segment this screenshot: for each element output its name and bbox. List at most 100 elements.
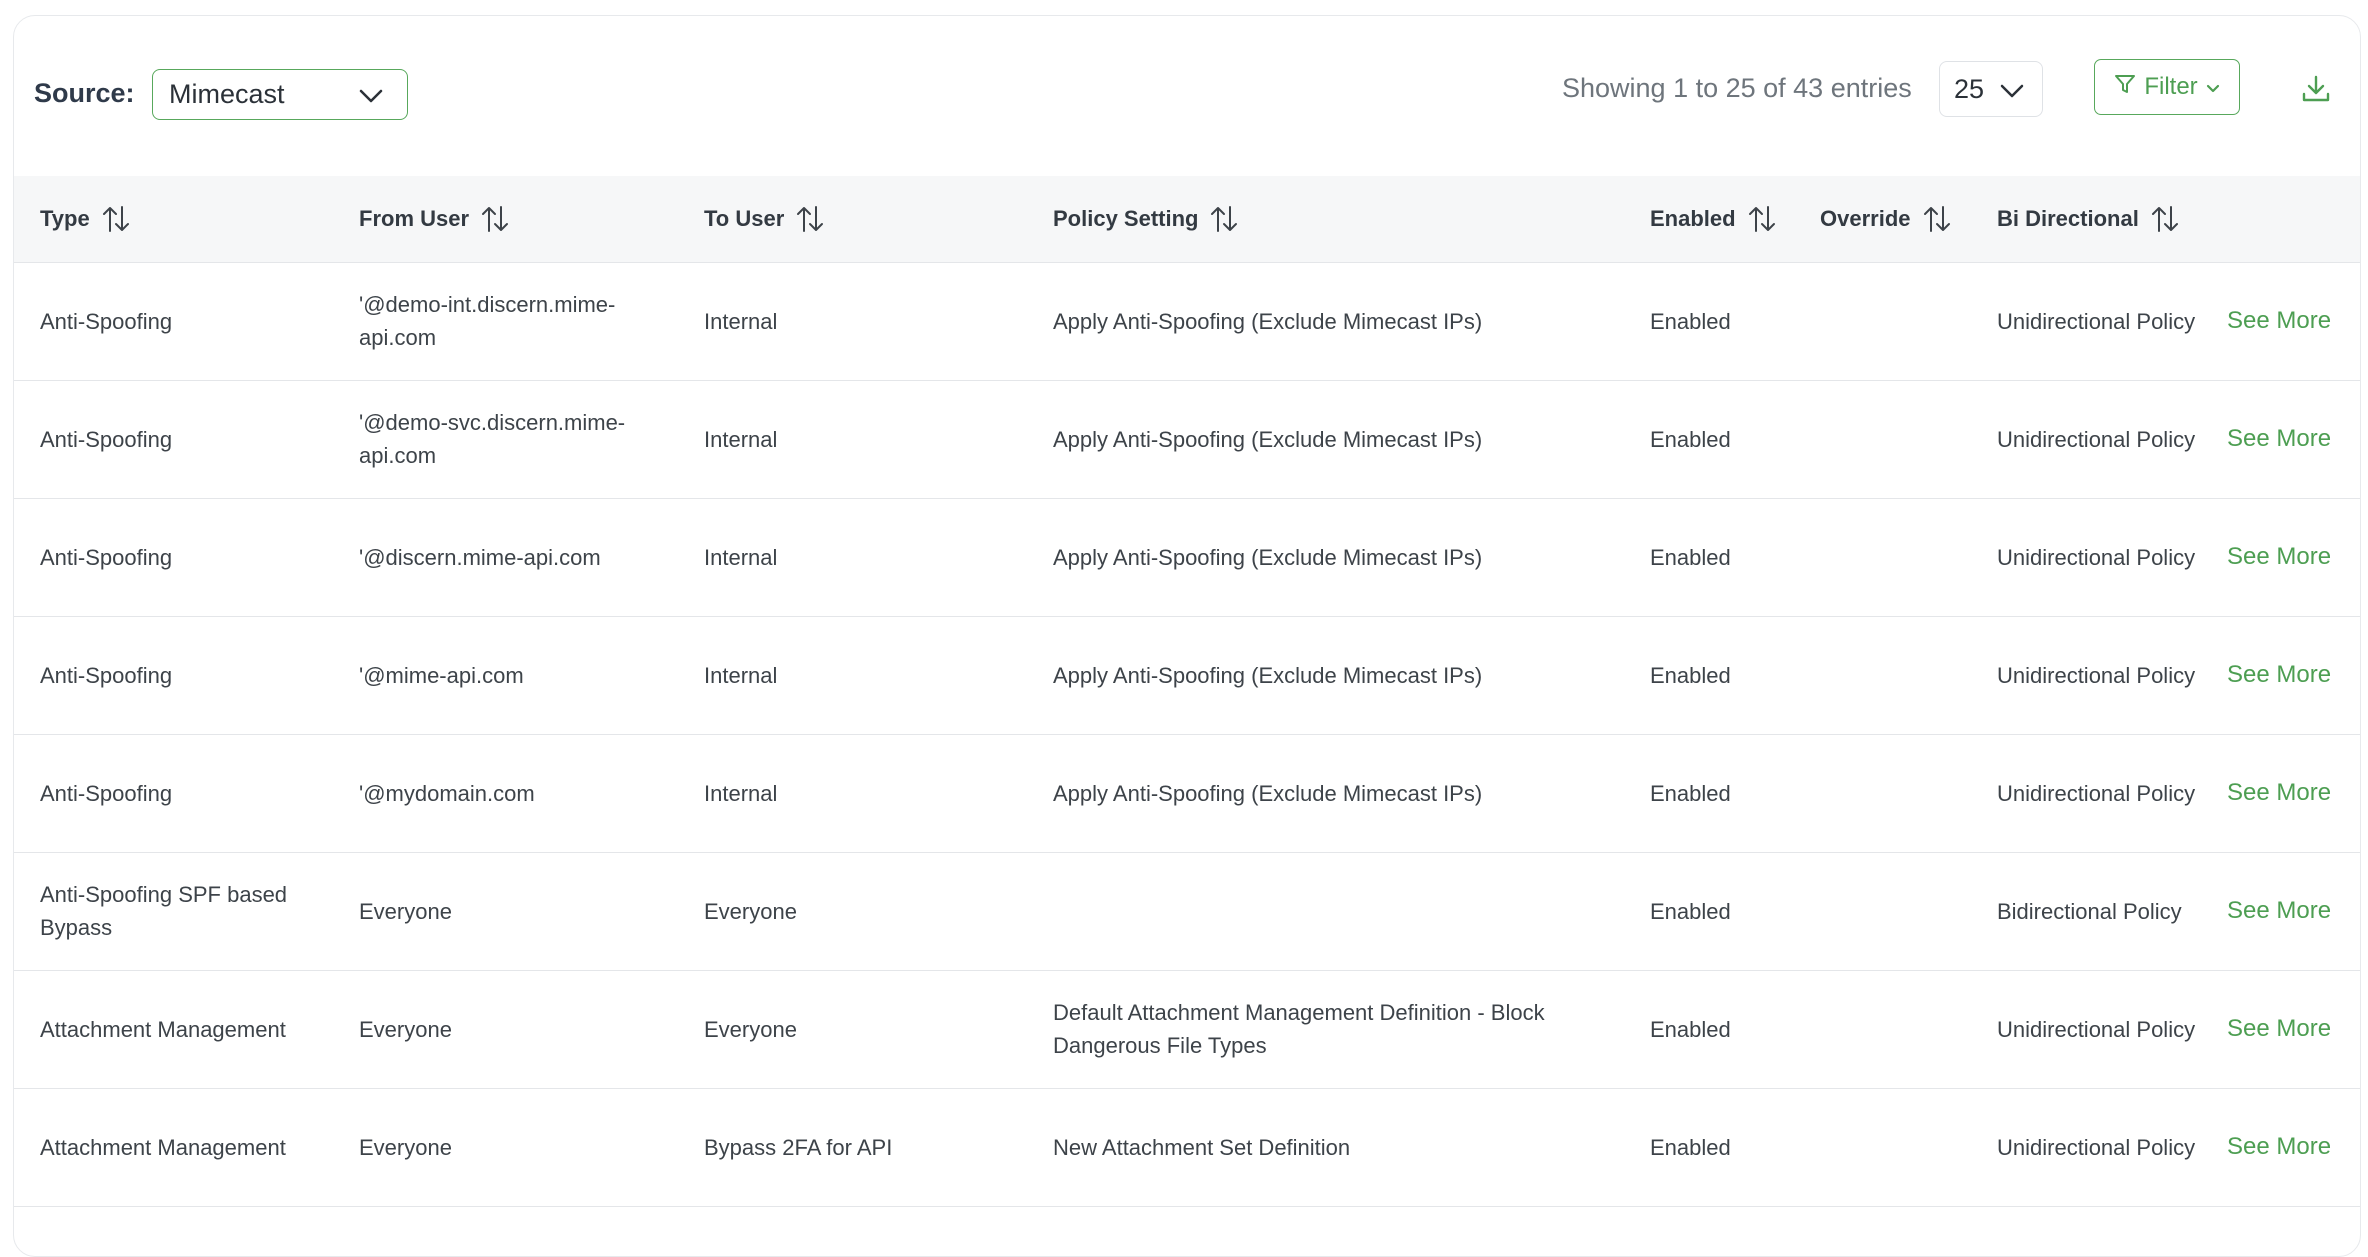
cell-type: Anti-Spoofing	[40, 426, 173, 452]
cell-to-user: Internal	[704, 662, 778, 688]
source-label: Source:	[34, 78, 135, 108]
cell-from-user: Everyone	[359, 1134, 452, 1160]
cell-from-user: Everyone	[359, 898, 452, 924]
policies-card: Source: Mimecast Showing 1 to 25 of 43 e…	[13, 15, 2361, 1257]
column-header-label: Type	[40, 206, 90, 231]
sort-icon	[1748, 204, 1776, 234]
column-header-label: Override	[1820, 206, 1911, 231]
cell-override	[1820, 262, 1970, 380]
sort-icon	[2151, 204, 2179, 234]
column-header-label: Enabled	[1650, 206, 1736, 231]
column-header-label: Policy Setting	[1053, 206, 1199, 231]
cell-to-user: Internal	[704, 780, 778, 806]
see-more-link[interactable]: See More	[2227, 1088, 2331, 1206]
source-select-value: Mimecast	[169, 79, 285, 109]
cell-type: Anti-Spoofing	[40, 308, 173, 334]
column-header-to-user[interactable]: To User	[704, 176, 824, 262]
cell-from-user: '@mydomain.com	[359, 780, 535, 806]
cell-policy-setting: Default Attachment Management Definition…	[1053, 1000, 1545, 1058]
chevron-down-icon	[359, 79, 383, 110]
column-header-enabled[interactable]: Enabled	[1650, 176, 1776, 262]
table-row: Anti-Spoofing '@mime-api.com Internal Ap…	[14, 616, 2360, 735]
funnel-icon	[2114, 73, 2136, 102]
column-header-label: From User	[359, 206, 470, 231]
cell-bi-directional: Unidirectional Policy	[1997, 662, 2196, 688]
see-more-link[interactable]: See More	[2227, 498, 2331, 616]
table-toolbar: Source: Mimecast Showing 1 to 25 of 43 e…	[14, 16, 2360, 176]
cell-from-user: '@discern.mime-api.com	[359, 544, 601, 570]
sort-icon	[796, 204, 824, 234]
see-more-link[interactable]: See More	[2227, 380, 2331, 498]
table-row: Attachment Management Everyone Bypass 2F…	[14, 1088, 2360, 1207]
column-header-override[interactable]: Override	[1820, 176, 1951, 262]
column-header-label: To User	[704, 206, 785, 231]
table-row: Anti-Spoofing '@demo-svc.discern.mime-ap…	[14, 380, 2360, 499]
table-row: Anti-Spoofing '@demo-int.discern.mime-ap…	[14, 262, 2360, 381]
cell-bi-directional: Unidirectional Policy	[1997, 308, 2196, 334]
cell-enabled: Enabled	[1650, 308, 1731, 334]
cell-type: Attachment Management	[40, 1134, 286, 1160]
page-size-select[interactable]: 25	[1939, 61, 2043, 117]
table-row: Anti-Spoofing '@discern.mime-api.com Int…	[14, 498, 2360, 617]
see-more-link[interactable]: See More	[2227, 970, 2331, 1088]
see-more-link[interactable]: See More	[2227, 852, 2331, 970]
table-row: Anti-Spoofing SPF based Bypass Everyone …	[14, 852, 2360, 971]
cell-to-user: Everyone	[704, 1016, 797, 1042]
cell-override	[1820, 1088, 1970, 1206]
see-more-link[interactable]: See More	[2227, 734, 2331, 852]
cell-override	[1820, 616, 1970, 734]
cell-type: Anti-Spoofing SPF based Bypass	[40, 882, 288, 940]
cell-policy-setting: Apply Anti-Spoofing (Exclude Mimecast IP…	[1053, 662, 1483, 688]
cell-enabled: Enabled	[1650, 898, 1731, 924]
cell-to-user: Internal	[704, 426, 778, 452]
cell-policy-setting: New Attachment Set Definition	[1053, 1134, 1351, 1160]
column-header-bi-directional[interactable]: Bi Directional	[1997, 176, 2179, 262]
see-more-link[interactable]: See More	[2227, 616, 2331, 734]
cell-to-user: Internal	[704, 544, 778, 570]
cell-policy-setting	[1053, 852, 1563, 970]
cell-from-user: '@demo-svc.discern.mime-api.com	[359, 410, 626, 468]
cell-override	[1820, 852, 1970, 970]
cell-from-user: '@demo-int.discern.mime-api.com	[359, 292, 616, 350]
cell-enabled: Enabled	[1650, 426, 1731, 452]
download-icon	[2301, 74, 2331, 109]
chevron-down-icon	[2000, 74, 2024, 105]
cell-bi-directional: Unidirectional Policy	[1997, 780, 2196, 806]
cell-enabled: Enabled	[1650, 1134, 1731, 1160]
cell-type: Anti-Spoofing	[40, 780, 173, 806]
cell-bi-directional: Unidirectional Policy	[1997, 1016, 2196, 1042]
cell-type: Anti-Spoofing	[40, 544, 173, 570]
sort-icon	[481, 204, 509, 234]
cell-bi-directional: Unidirectional Policy	[1997, 544, 2196, 570]
filter-label: Filter	[2144, 73, 2198, 100]
source-select[interactable]: Mimecast	[152, 69, 408, 120]
cell-override	[1820, 380, 1970, 498]
chevron-down-icon	[2206, 73, 2220, 101]
cell-override	[1820, 498, 1970, 616]
cell-policy-setting: Apply Anti-Spoofing (Exclude Mimecast IP…	[1053, 426, 1483, 452]
sort-icon	[1210, 204, 1238, 234]
column-header-policy-setting[interactable]: Policy Setting	[1053, 176, 1238, 262]
cell-policy-setting: Apply Anti-Spoofing (Exclude Mimecast IP…	[1053, 308, 1483, 334]
filter-button[interactable]: Filter	[2094, 59, 2240, 115]
column-header-from-user[interactable]: From User	[359, 176, 509, 262]
cell-to-user: Internal	[704, 308, 778, 334]
cell-to-user: Bypass 2FA for API	[704, 1134, 893, 1160]
cell-bi-directional: Bidirectional Policy	[1997, 898, 2182, 924]
see-more-link[interactable]: See More	[2227, 262, 2331, 380]
cell-override	[1820, 970, 1970, 1088]
sort-icon	[1923, 204, 1951, 234]
sort-icon	[102, 204, 130, 234]
download-button[interactable]	[2294, 69, 2338, 113]
column-header-type[interactable]: Type	[40, 176, 130, 262]
cell-enabled: Enabled	[1650, 780, 1731, 806]
table-header: Type From User To User Policy Setting En…	[14, 176, 2360, 263]
cell-policy-setting: Apply Anti-Spoofing (Exclude Mimecast IP…	[1053, 780, 1483, 806]
column-header-label: Bi Directional	[1997, 206, 2139, 231]
cell-enabled: Enabled	[1650, 544, 1731, 570]
cell-to-user: Everyone	[704, 898, 797, 924]
cell-enabled: Enabled	[1650, 1016, 1731, 1042]
entries-info: Showing 1 to 25 of 43 entries	[1562, 73, 1912, 103]
cell-enabled: Enabled	[1650, 662, 1731, 688]
cell-type: Attachment Management	[40, 1016, 286, 1042]
